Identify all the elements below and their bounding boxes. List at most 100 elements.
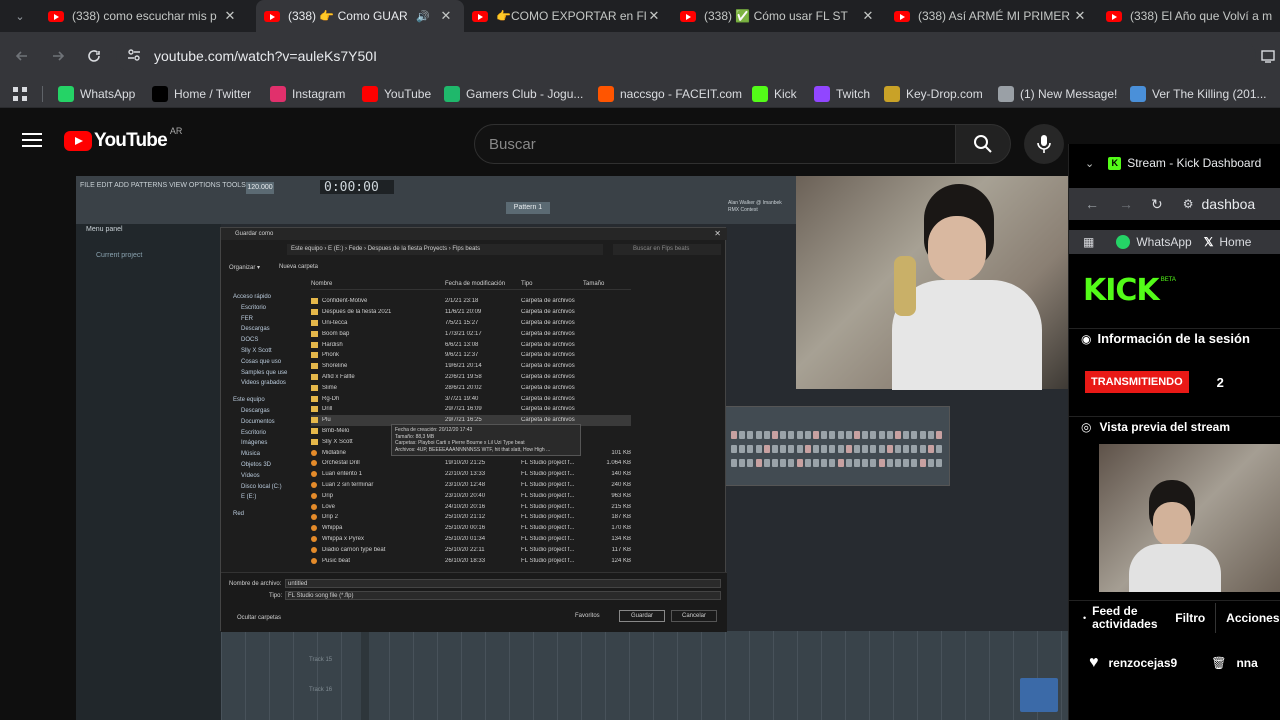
back-button[interactable] xyxy=(6,40,38,72)
column-header[interactable]: Fecha de modificación xyxy=(445,281,505,287)
filetype-select[interactable]: FL Studio song file (*.flp) xyxy=(285,591,721,600)
tab-close-icon[interactable]: ✕ xyxy=(222,8,238,24)
nav-item[interactable]: Disco local (C:) xyxy=(241,484,282,490)
feed-filter-button[interactable]: Filtro xyxy=(1175,611,1205,625)
file-row[interactable]: Pusic beat 26/10/20 18:33 FL Studio projec… xyxy=(311,555,631,566)
column-header[interactable]: Nombre xyxy=(311,281,332,287)
trash-icon[interactable]: 🗑 xyxy=(1211,656,1226,670)
tab-close-icon[interactable]: ✕ xyxy=(646,8,662,24)
file-row[interactable]: Uni-tecca 7/5/21 15:27 Carpeta de archivos xyxy=(311,318,631,329)
nav-item[interactable]: Samples que use xyxy=(241,370,287,376)
kick-logo[interactable]: KICK xyxy=(1083,273,1160,308)
nav-item[interactable]: Música xyxy=(241,451,260,457)
feed-username[interactable]: renzocejas9 xyxy=(1109,656,1178,670)
bookmark-item[interactable]: Twitch xyxy=(814,84,870,104)
file-row[interactable]: Despues de la fiesta 2021 11/6/21 20:09 Ca… xyxy=(311,307,631,318)
file-row[interactable]: Boom bap 17/3/21 02:17 Carpeta de archivos xyxy=(311,328,631,339)
tab-close-icon[interactable]: ✕ xyxy=(438,8,454,24)
browser-tab[interactable]: (338) El Año que Volví a m xyxy=(1098,0,1280,32)
speaker-icon[interactable]: 🔊 xyxy=(416,10,430,23)
search-input[interactable]: Buscar xyxy=(474,124,956,164)
bookmark-item[interactable]: (1) New Message! xyxy=(998,84,1117,104)
nav-item[interactable]: Descargas xyxy=(241,326,270,332)
video-player[interactable]: FILE EDIT ADD PATTERNS VIEW OPTIONS TOOL… xyxy=(76,176,1068,720)
file-row[interactable]: Hardish 6/6/21 13:08 Carpeta de archivos xyxy=(311,339,631,350)
save-button[interactable]: Guardar xyxy=(619,610,665,622)
nav-item[interactable]: Red xyxy=(233,511,244,517)
kick-bm-whatsapp[interactable]: WhatsApp xyxy=(1136,235,1191,249)
stream-preview-video[interactable] xyxy=(1099,444,1280,592)
nav-item[interactable]: FER xyxy=(241,316,253,322)
address-bar[interactable]: youtube.com/watch?v=auleKs7Y50I xyxy=(116,40,1256,72)
file-row[interactable]: Love 24/10/20 20:16 FL Studio project f...… xyxy=(311,501,631,512)
nav-item[interactable]: Este equipo xyxy=(233,397,265,403)
tab-search-chevron-icon[interactable]: ⌄ xyxy=(4,0,36,32)
kick-reload-icon[interactable]: ↻ xyxy=(1151,196,1163,213)
kick-tab[interactable]: ⌄ K Stream - Kick Dashboard xyxy=(1069,152,1280,174)
new-folder-button[interactable]: Nueva carpeta xyxy=(279,264,318,270)
file-row[interactable]: Phonk 9/6/21 12:37 Carpeta de archivos xyxy=(311,350,631,361)
filename-input[interactable]: untitled xyxy=(285,579,721,588)
kick-back-arrow-icon[interactable]: ← xyxy=(1085,196,1099,212)
file-row[interactable]: Whippa 25/10/20 00:16 FL Studio project f.… xyxy=(311,523,631,534)
bookmark-item[interactable]: Gamers Club - Jogu... xyxy=(444,84,583,104)
file-row[interactable]: Luan entento 1 22/10/20 13:33 FL Studio pr… xyxy=(311,469,631,480)
nav-item[interactable]: Descargas xyxy=(241,408,270,414)
kick-tab-chevron-icon[interactable]: ⌄ xyxy=(1085,157,1094,170)
nav-item[interactable]: Cosas que uso xyxy=(241,359,281,365)
column-header[interactable]: Tamaño xyxy=(583,281,604,287)
file-row[interactable]: Orchestal Drill 19/10/20 21:25 FL Studio p… xyxy=(311,458,631,469)
bookmark-item[interactable]: Home / Twitter xyxy=(152,84,251,104)
file-row[interactable]: Alfid x Fallte 22/6/21 19:58 Carpeta de ar… xyxy=(311,372,631,383)
nav-item[interactable]: Acceso rápido xyxy=(233,294,271,300)
apps-grid-icon[interactable] xyxy=(12,84,28,104)
file-row[interactable]: Slime 28/6/21 20:02 Carpeta de archivos xyxy=(311,382,631,393)
bookmark-item[interactable]: YouTube xyxy=(362,84,431,104)
forward-button[interactable] xyxy=(42,40,74,72)
file-row[interactable]: Rg-Dh 3/7/21 19:40 Carpeta de archivos xyxy=(311,393,631,404)
bookmark-item[interactable]: WhatsApp xyxy=(58,84,135,104)
nav-item[interactable]: Imágenes xyxy=(241,440,267,446)
file-row[interactable]: Drill 29/7/21 16:09 Carpeta de archivos xyxy=(311,404,631,415)
kick-bm-home[interactable]: Home xyxy=(1219,235,1251,249)
search-button[interactable] xyxy=(955,124,1011,164)
kick-url[interactable]: dashboa xyxy=(1202,196,1256,212)
bookmark-item[interactable]: Kick xyxy=(752,84,797,104)
nav-item[interactable]: Escritorio xyxy=(241,430,266,436)
bookmark-item[interactable]: Ver The Killing (201... xyxy=(1130,84,1267,104)
file-row[interactable]: Drip 23/10/20 20:40 FL Studio project f...… xyxy=(311,490,631,501)
bookmark-item[interactable]: Key-Drop.com xyxy=(884,84,983,104)
file-row[interactable]: Shoreline 19/6/21 20:14 Carpeta de archivo… xyxy=(311,361,631,372)
nav-item[interactable]: Objetos 3D xyxy=(241,462,271,468)
dialog-search[interactable]: Buscar en Flps beats xyxy=(613,244,721,255)
favorites-dropdown[interactable]: Favoritos xyxy=(575,613,600,619)
nav-item[interactable]: Escritorio xyxy=(241,305,266,311)
nav-item[interactable]: Videos grabados xyxy=(241,380,286,386)
nav-item[interactable]: DOCS xyxy=(241,337,258,343)
browser-tab[interactable]: (338) 👉 Como GUAR 🔊 ✕ xyxy=(256,0,464,32)
install-app-icon[interactable] xyxy=(1256,40,1280,72)
site-info-icon[interactable] xyxy=(126,47,142,66)
nav-item[interactable]: Vídeos xyxy=(241,473,260,479)
tab-close-icon[interactable]: ✕ xyxy=(860,8,876,24)
nav-item[interactable]: Documentos xyxy=(241,419,275,425)
kick-forward-arrow-icon[interactable]: → xyxy=(1119,196,1133,212)
file-row[interactable]: Diadio carrion type beat 25/10/20 22:11 FL… xyxy=(311,544,631,555)
browser-tab[interactable]: 👉COMO EXPORTAR en Fl ✕ xyxy=(464,0,672,32)
feed-username-right[interactable]: nna xyxy=(1236,656,1257,670)
file-row[interactable]: Confident-Motive 2/1/21 23:18 Carpeta de a… xyxy=(311,296,631,307)
cancel-button[interactable]: Cancelar xyxy=(671,610,717,622)
dialog-close-icon[interactable]: ✕ xyxy=(714,228,721,240)
video-channel-avatar[interactable] xyxy=(1020,678,1058,712)
dialog-breadcrumb[interactable]: Este equipo › E (E:) › Fede › Despues de… xyxy=(287,244,603,255)
browser-tab[interactable]: (338) Así ARMÉ MI PRIMER ✕ xyxy=(886,0,1098,32)
file-row[interactable]: Whippa x Pyrex 25/10/20 01:34 FL Studio pr… xyxy=(311,534,631,545)
menu-hamburger-icon[interactable] xyxy=(22,132,42,153)
voice-search-button[interactable] xyxy=(1024,124,1064,164)
file-row[interactable]: Luan 2 sin terminar 23/10/20 12:48 FL Stud… xyxy=(311,480,631,491)
browser-tab[interactable]: (338) ✅ Cómo usar FL ST ✕ xyxy=(672,0,886,32)
bookmark-item[interactable]: Instagram xyxy=(270,84,345,104)
bookmark-item[interactable]: naccsgo - FACEIT.com xyxy=(598,84,742,104)
kick-apps-grid-icon[interactable]: ▦ xyxy=(1083,235,1094,249)
nav-item[interactable]: Slly X Scott xyxy=(241,348,272,354)
